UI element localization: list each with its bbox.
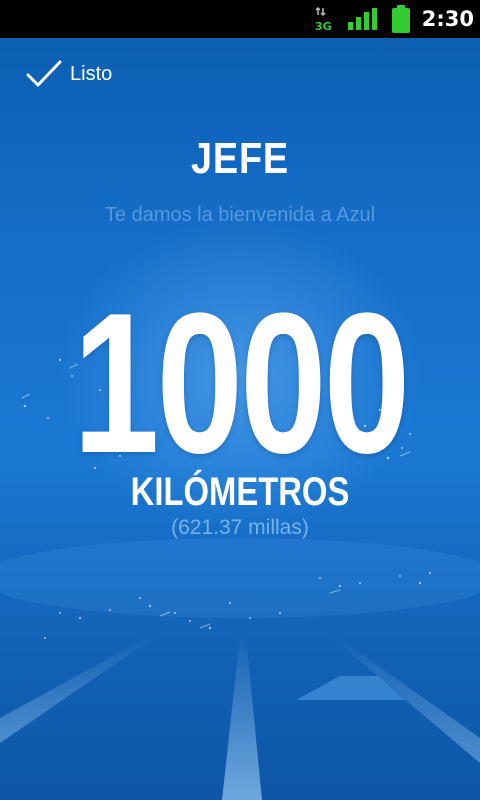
welcome-message: Te damos la bienvenida a Azul <box>104 204 376 226</box>
status-bar: 3G 2:30 <box>0 0 480 38</box>
done-button[interactable]: Listo <box>26 60 112 88</box>
milestone-unit: KILÓMETROS <box>130 470 350 514</box>
svg-text:3G: 3G <box>315 20 332 32</box>
user-name: JEFE <box>190 134 290 183</box>
welcome-screen: Listo JEFE Te damos la bienvenida a Azul… <box>0 38 480 800</box>
signal-strength-icon <box>348 8 377 30</box>
milestone-value: 1000 <box>72 272 411 495</box>
network-3g-icon: 3G <box>315 6 332 32</box>
battery-icon <box>392 5 410 33</box>
checkmark-icon <box>26 60 62 87</box>
done-label: Listo <box>70 62 113 85</box>
milestone-conversion: (621.37 millas) <box>171 516 309 539</box>
clock: 2:30 <box>421 7 474 31</box>
